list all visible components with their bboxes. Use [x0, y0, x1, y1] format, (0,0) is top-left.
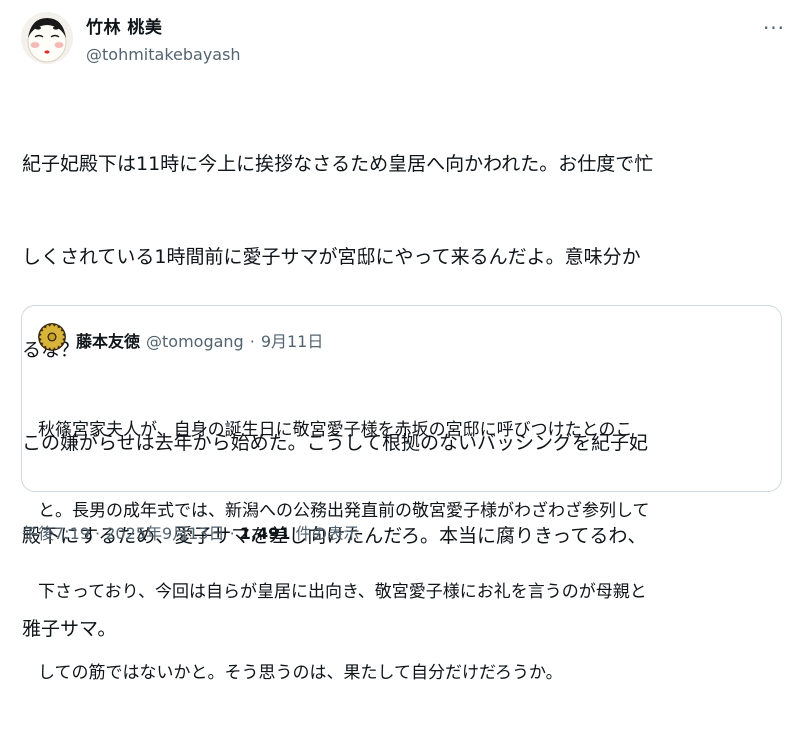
quote-header: 藤本友徳 @tomogang · 9月11日	[76, 328, 323, 352]
quote-author-handle[interactable]: @tomogang	[146, 332, 244, 351]
quoted-tweet-card[interactable]: 藤本友徳 @tomogang · 9月11日 秋篠宮家夫人が、自身の誕生日に敬宮愛子様…	[21, 305, 782, 683]
view-count: 1,491	[239, 524, 291, 543]
quote-text-line: 秋篠宮家夫人が、自身の誕生日に敬宮愛子様を赤坂の宮邸に呼びつけたとのこ	[38, 420, 633, 440]
post-time[interactable]: 午後7:19	[22, 524, 90, 543]
quote-author-name[interactable]: 藤本友徳	[76, 332, 140, 351]
footer-separator: ·	[229, 524, 235, 543]
tweet-text-line: 紀子妃殿下は11時に今上に挨拶なさるため皇居へ向かわれた。お仕度で忙	[22, 153, 654, 175]
quote-date[interactable]: 9月11日	[261, 332, 324, 351]
author-handle[interactable]: @tohmitakebayash	[86, 45, 241, 64]
quote-text-line: しての筋ではないかと。そう思うのは、果たして自分だけだろうか。	[38, 663, 563, 683]
footer-separator: ·	[95, 524, 101, 543]
imperial-chrysanthemum-crest-icon	[38, 323, 66, 351]
tweet-text-line: しくされている1時間前に愛子サマが宮邸にやって来るんだよ。意味分か	[22, 246, 641, 268]
view-count-label: 件の表示	[295, 524, 360, 543]
okame-mask-face-icon	[21, 12, 73, 64]
quote-text: 秋篠宮家夫人が、自身の誕生日に敬宮愛子様を赤坂の宮邸に呼びつけたとのこ と。長男…	[38, 363, 778, 741]
post-date[interactable]: 2025年9月13日	[105, 524, 224, 543]
tweet-footer: 午後7:19 · 2025年9月13日 · 1,491 件の表示	[22, 520, 359, 544]
quote-text-line: 下さっており、今回は自らが皇居に出向き、敬宮愛子様にお礼を言うのが母親と	[38, 582, 647, 602]
author-avatar[interactable]	[21, 12, 73, 64]
author-display-name[interactable]: 竹林 桃美	[86, 13, 162, 38]
quote-author-avatar[interactable]	[38, 323, 66, 351]
quote-separator: ·	[249, 332, 255, 351]
more-options-icon[interactable]: ···	[760, 16, 788, 40]
